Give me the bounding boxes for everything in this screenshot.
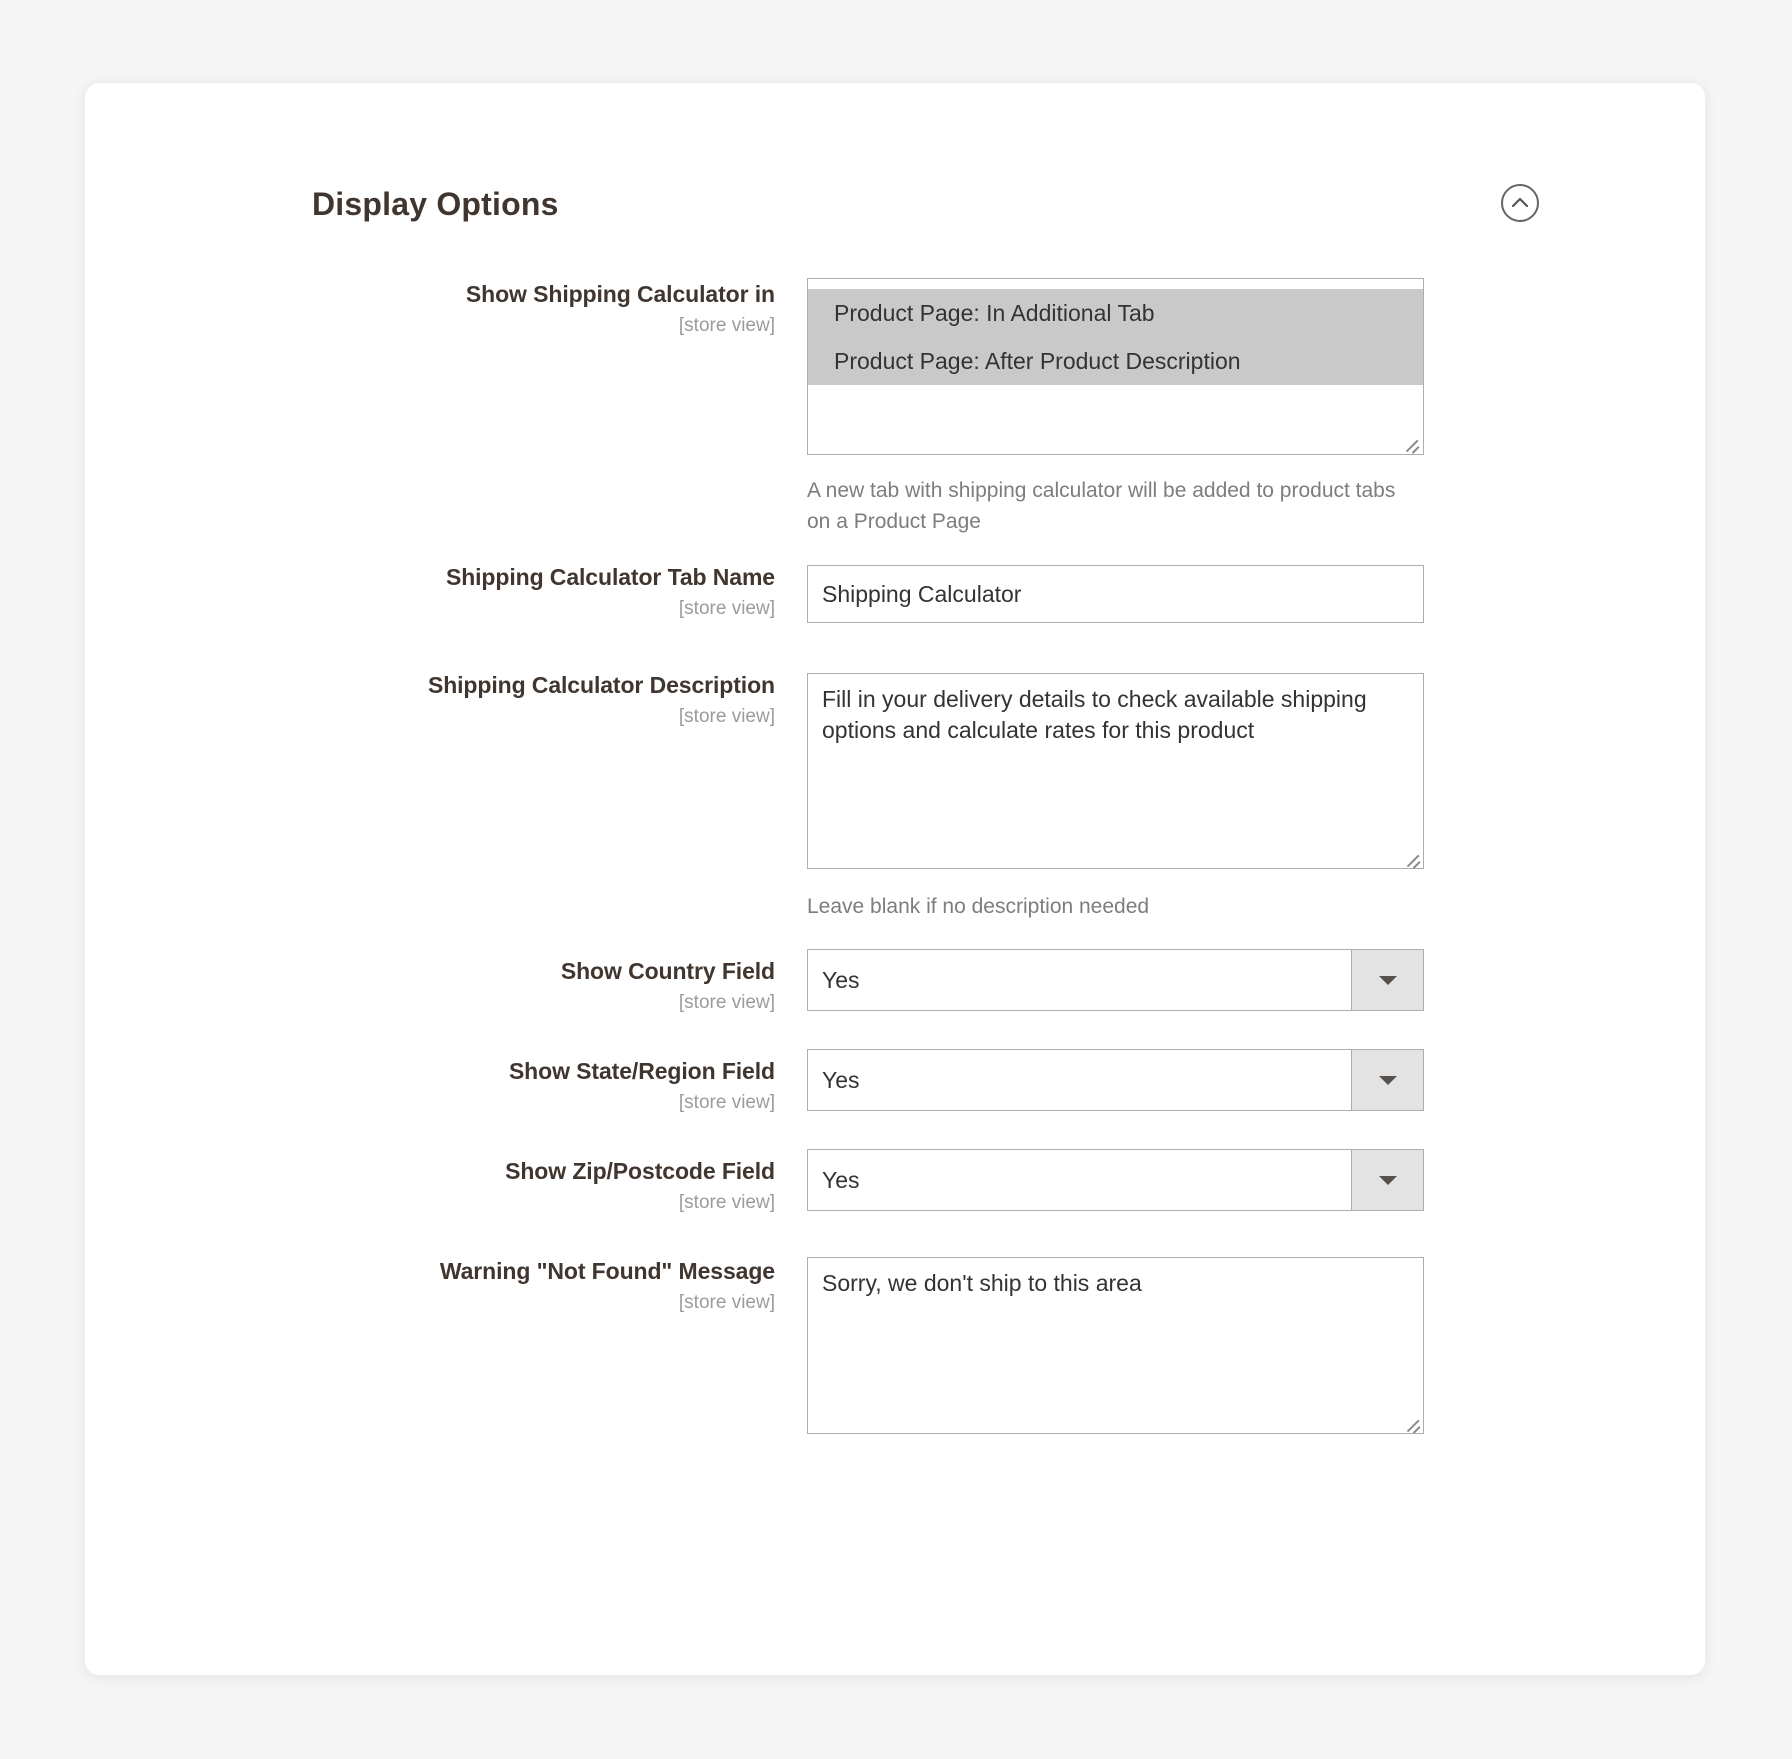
label-warning-message: Warning "Not Found" Message [store view] (355, 1255, 775, 1317)
scope-note: [store view] (678, 706, 775, 727)
field-show-zip: Yes (807, 1149, 1424, 1211)
field-show-country: Yes (807, 949, 1424, 1011)
chevron-down-icon[interactable] (1351, 1150, 1423, 1210)
scope-note: [store view] (678, 992, 775, 1013)
label-show-zip: Show Zip/Postcode Field [store view] (355, 1155, 775, 1217)
field-label-text: Shipping Calculator Tab Name (445, 564, 775, 590)
panel-header: Display Options (85, 83, 1705, 233)
show-zip-select[interactable]: Yes (807, 1149, 1424, 1211)
scope-note: [store view] (678, 1092, 775, 1113)
tab-name-input[interactable] (807, 565, 1424, 623)
label-show-state: Show State/Region Field [store view] (355, 1055, 775, 1117)
label-show-country: Show Country Field [store view] (355, 955, 775, 1017)
field-show-calculator-in: Product Page: In Additional Tab Product … (807, 278, 1424, 537)
field-warning-message: Sorry, we don't ship to this area (807, 1257, 1424, 1434)
chevron-down-icon[interactable] (1351, 1050, 1423, 1110)
scope-note: [store view] (678, 598, 775, 619)
help-text-description: Leave blank if no description needed (807, 895, 1150, 918)
field-label-text: Show Zip/Postcode Field (505, 1158, 775, 1184)
multiselect-option[interactable]: Product Page: In Additional Tab (808, 289, 1423, 337)
warning-message-textarea-wrap: Sorry, we don't ship to this area (807, 1257, 1424, 1434)
resize-handle-icon[interactable] (1404, 435, 1420, 453)
show-state-select[interactable]: Yes (807, 1049, 1424, 1111)
select-value: Yes (822, 967, 860, 993)
select-value: Yes (822, 1167, 860, 1193)
field-label-text: Shipping Calculator Description (427, 672, 775, 698)
page-title: Display Options (312, 186, 559, 222)
scope-note: [store view] (678, 1292, 775, 1313)
label-description: Shipping Calculator Description [store v… (355, 669, 775, 731)
warning-message-textarea[interactable]: Sorry, we don't ship to this area (807, 1257, 1424, 1434)
description-textarea-wrap: Fill in your delivery details to check a… (807, 673, 1424, 869)
chevron-up-glyph (1511, 197, 1529, 208)
field-show-state: Yes (807, 1049, 1424, 1111)
chevron-up-circle-icon[interactable] (1501, 184, 1539, 222)
select-value: Yes (822, 1067, 860, 1093)
scope-note: [store view] (678, 1192, 775, 1213)
show-calculator-in-multiselect[interactable]: Product Page: In Additional Tab Product … (807, 278, 1424, 455)
description-textarea[interactable]: Fill in your delivery details to check a… (807, 673, 1424, 869)
multiselect-options: Product Page: In Additional Tab Product … (808, 279, 1423, 385)
chevron-down-icon[interactable] (1351, 950, 1423, 1010)
field-description: Fill in your delivery details to check a… (807, 673, 1424, 922)
field-label-text: Show Country Field (560, 958, 775, 984)
help-text-show-calculator-in: A new tab with shipping calculator will … (807, 479, 1396, 533)
field-label-text: Show Shipping Calculator in (465, 281, 775, 307)
show-country-select[interactable]: Yes (807, 949, 1424, 1011)
label-tab-name: Shipping Calculator Tab Name [store view… (355, 561, 775, 623)
scope-note: [store view] (678, 315, 775, 336)
label-show-calculator-in: Show Shipping Calculator in [store view] (355, 278, 775, 340)
display-options-panel: Display Options Show Shipping Calculator… (85, 83, 1705, 1675)
field-label-text: Show State/Region Field (508, 1058, 775, 1084)
field-tab-name (807, 565, 1424, 623)
field-label-text: Warning "Not Found" Message (439, 1258, 775, 1284)
multiselect-option[interactable]: Product Page: After Product Description (808, 337, 1423, 385)
page-root: Display Options Show Shipping Calculator… (0, 0, 1792, 1759)
